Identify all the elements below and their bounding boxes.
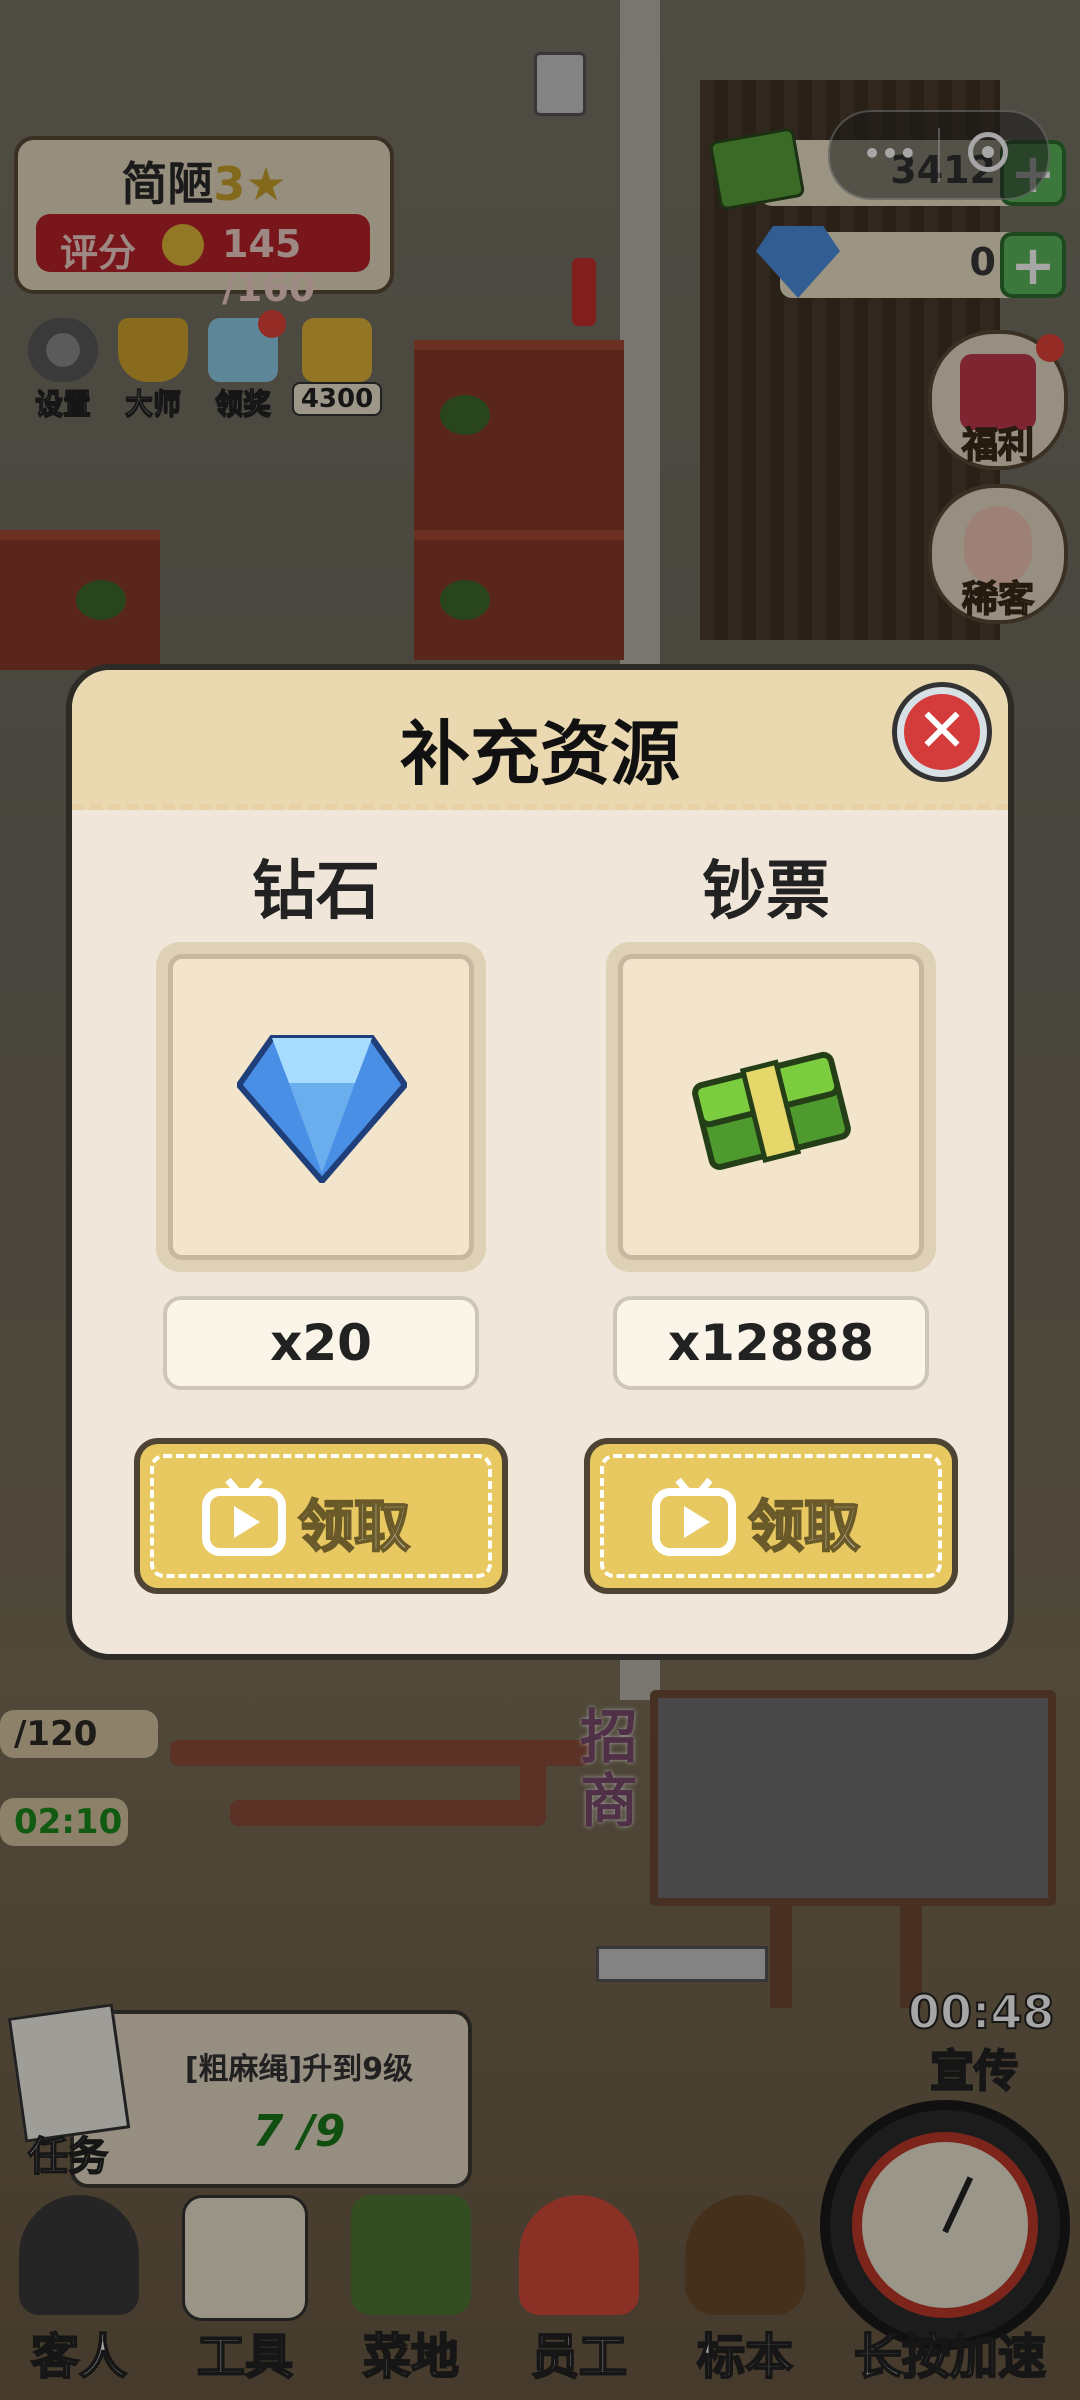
- close-icon: ✕: [904, 694, 980, 770]
- claim-diamond-button[interactable]: 领取: [134, 1438, 508, 1594]
- close-button[interactable]: ✕: [892, 682, 992, 782]
- dialog-header: 补充资源 ✕: [72, 670, 1008, 810]
- claim-cash-button[interactable]: 领取: [584, 1438, 958, 1594]
- cash-stack-icon: [692, 1051, 851, 1170]
- diamond-title: 钻石: [252, 855, 380, 929]
- replenish-resources-dialog: 补充资源 ✕ 钻石 x20 领取 钞票 x12888 领取: [66, 664, 1014, 1660]
- claim-diamond-label: 领取: [297, 1494, 411, 1561]
- diamond-amount: x20: [163, 1296, 479, 1390]
- claim-cash-label: 领取: [747, 1494, 861, 1561]
- cash-amount: x12888: [613, 1296, 929, 1390]
- diamond-item-frame: [156, 942, 486, 1272]
- video-play-icon: [652, 1478, 736, 1556]
- diamond-icon: [237, 1035, 407, 1183]
- cash-item-frame: [606, 942, 936, 1272]
- diamond-item-slot: [168, 954, 474, 1260]
- cash-item-slot: [618, 954, 924, 1260]
- video-play-icon: [202, 1478, 286, 1556]
- dialog-title: 补充资源: [400, 713, 680, 795]
- cash-title: 钞票: [702, 855, 830, 929]
